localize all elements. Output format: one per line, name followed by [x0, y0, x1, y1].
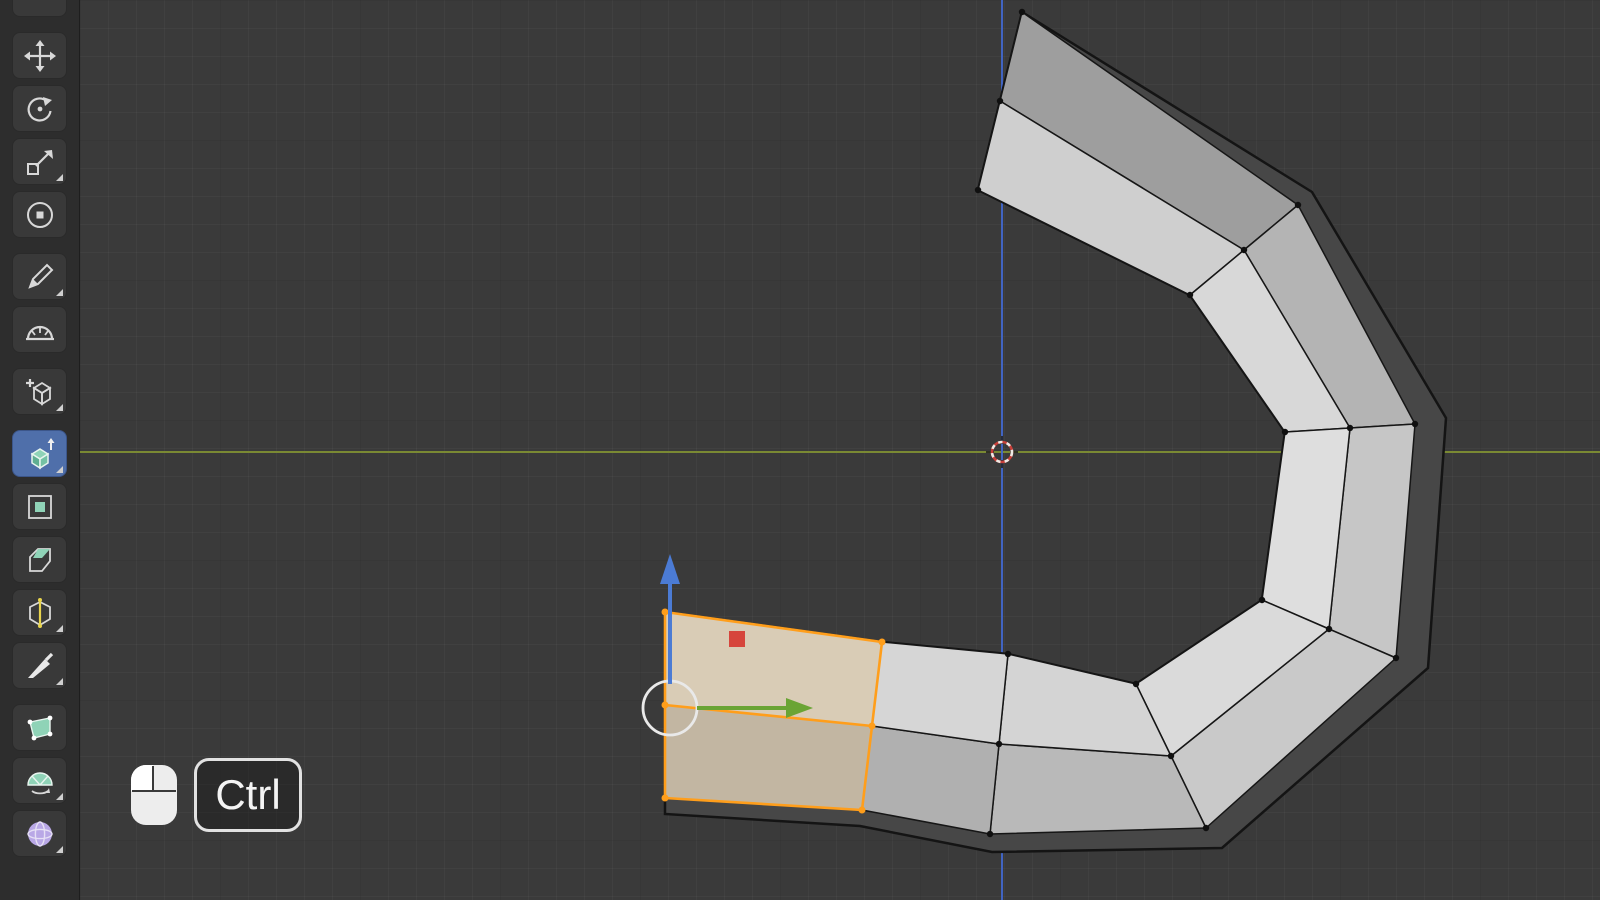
- subtool-indicator: [56, 678, 63, 685]
- loop-cut-tool-button[interactable]: [12, 589, 67, 636]
- loop-cut-icon: [28, 597, 51, 628]
- bevel-tool-button[interactable]: [12, 536, 67, 583]
- add-cube-tool-button[interactable]: [12, 368, 67, 415]
- knife-tool-button[interactable]: [12, 642, 67, 689]
- move-tool-button[interactable]: [12, 32, 67, 79]
- mouse-left-click-icon: [131, 765, 177, 825]
- poly-build-icon: [27, 715, 52, 740]
- spin-tool-button[interactable]: [12, 757, 67, 804]
- rotate-tool-button[interactable]: [12, 85, 67, 132]
- screencast-keys: Ctrl: [128, 758, 302, 832]
- add-cube-icon: [25, 378, 52, 406]
- blender-window: Ctrl: [0, 0, 1600, 900]
- smooth-icon: [26, 820, 53, 847]
- ctrl-key-indicator: Ctrl: [194, 758, 302, 832]
- annotate-icon: [27, 263, 53, 289]
- axis-line-z: [1001, 0, 1003, 900]
- subtool-indicator: [56, 793, 63, 800]
- knife-icon: [27, 652, 53, 678]
- subtool-indicator: [56, 466, 63, 473]
- bevel-icon: [28, 547, 51, 572]
- transform-tool-button[interactable]: [12, 191, 67, 238]
- cursor-icon: [24, 0, 56, 10]
- move-icon: [23, 39, 56, 72]
- measure-icon: [25, 325, 54, 340]
- 3d-viewport[interactable]: [80, 0, 1600, 900]
- measure-tool-button[interactable]: [12, 306, 67, 353]
- poly-build-tool-button[interactable]: [12, 704, 67, 751]
- toolbar: [0, 0, 80, 900]
- cursor-tool-button[interactable]: [12, 0, 67, 17]
- scale-icon: [26, 149, 53, 175]
- extrude-region-tool-button[interactable]: [12, 430, 67, 477]
- rotate-icon: [27, 96, 52, 122]
- extrude-region-icon: [30, 437, 54, 469]
- subtool-indicator: [56, 846, 63, 853]
- smooth-tool-button[interactable]: [12, 810, 67, 857]
- spin-icon: [26, 771, 53, 794]
- scale-tool-button[interactable]: [12, 138, 67, 185]
- subtool-indicator: [56, 174, 63, 181]
- annotate-tool-button[interactable]: [12, 253, 67, 300]
- axis-line-y: [80, 451, 1600, 453]
- subtool-indicator: [56, 625, 63, 632]
- inset-faces-icon: [27, 494, 52, 519]
- transform-icon: [26, 201, 53, 228]
- subtool-indicator: [56, 289, 63, 296]
- inset-faces-tool-button[interactable]: [12, 483, 67, 530]
- subtool-indicator: [56, 404, 63, 411]
